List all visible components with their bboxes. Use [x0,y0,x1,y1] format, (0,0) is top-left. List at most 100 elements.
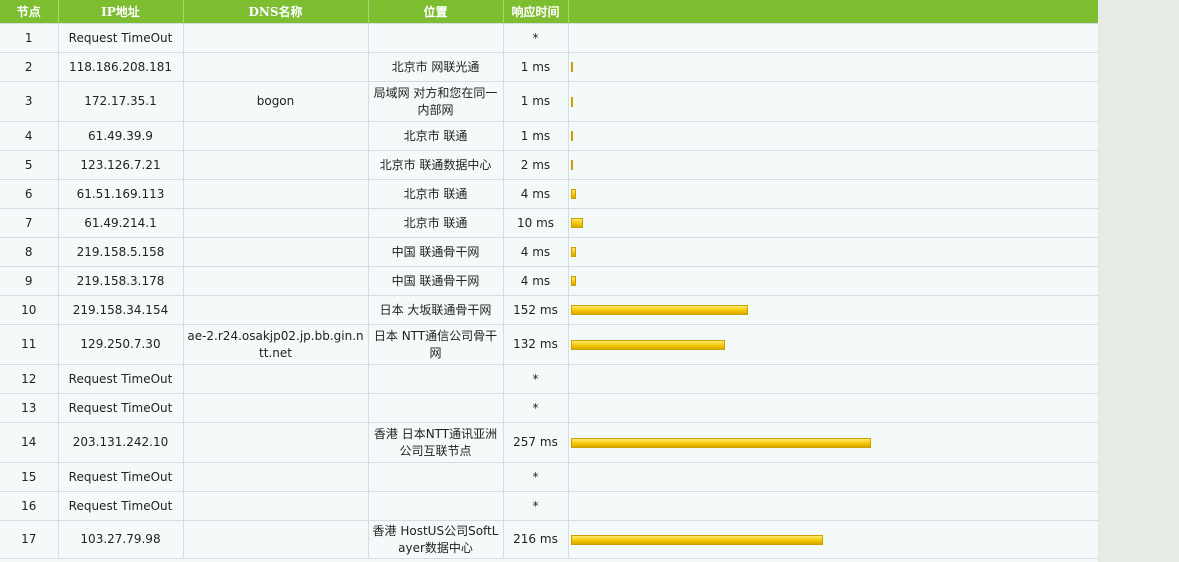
traceroute-panel: 节点 IP地址 DNS名称 位置 响应时间 1 Request TimeOut * 2… [0,0,1098,562]
location-cell [367,462,504,492]
response-time-cell: 257 ms [502,422,569,463]
column-header-ip: IP地址 [57,0,183,24]
response-bar-cell [567,52,1098,82]
response-time-cell: 1 ms [502,52,569,82]
response-time-cell: 1 ms [502,81,569,122]
response-bar-cell [567,81,1098,122]
hop-cell: 1 [0,23,59,53]
response-time-cell: 2 ms [502,150,569,180]
table-row: 11 129.250.7.30 ae-2.r24.osakjp02.jp.bb.gi… [0,324,1098,365]
location-cell [367,23,504,53]
ip-cell: Request TimeOut [57,491,184,521]
table-row: 1 Request TimeOut * [0,23,1098,53]
hop-cell: 6 [0,179,59,209]
location-cell: 中国 联通骨干网 [367,237,504,267]
table-row: 5 123.126.7.21 北京市 联通数据中心 2 ms [0,150,1098,180]
ip-cell: 203.131.242.10 [57,422,184,463]
dns-cell [182,462,369,492]
table-row: 10 219.158.34.154 日本 大坂联通骨干网 152 ms [0,295,1098,325]
dns-cell [182,491,369,521]
response-time-bar [570,247,576,257]
table-row: 6 61.51.169.113 北京市 联通 4 ms [0,179,1098,209]
hop-cell: 13 [0,393,59,423]
dns-cell: bogon [182,81,369,122]
table-body: 1 Request TimeOut * 2 118.186.208.181 北京市 网联光… [0,23,1098,559]
hop-cell: 16 [0,491,59,521]
location-cell: 北京市 联通数据中心 [367,150,504,180]
location-cell: 中国 联通骨干网 [367,266,504,296]
response-time-cell: * [502,393,569,423]
dns-cell [182,121,369,151]
dns-cell: ae-2.r24.osakjp02.jp.bb.gin.ntt.net [182,324,369,365]
response-time-cell: 132 ms [502,324,569,365]
ip-cell: Request TimeOut [57,393,184,423]
location-cell: 北京市 联通 [367,121,504,151]
table-row: 17 103.27.79.98 香港 HostUS公司SoftLayer数据中心 21… [0,520,1098,559]
location-cell: 日本 NTT通信公司骨干网 [367,324,504,365]
dns-cell [182,208,369,238]
dns-cell [182,150,369,180]
table-row: 13 Request TimeOut * [0,393,1098,423]
dns-cell [182,266,369,296]
table-row: 8 219.158.5.158 中国 联通骨干网 4 ms [0,237,1098,267]
table-row: 7 61.49.214.1 北京市 联通 10 ms [0,208,1098,238]
table-row: 12 Request TimeOut * [0,364,1098,394]
ip-cell: 219.158.34.154 [57,295,184,325]
hop-cell: 5 [0,150,59,180]
location-cell: 香港 HostUS公司SoftLayer数据中心 [367,520,504,559]
dns-cell [182,237,369,267]
hop-cell: 8 [0,237,59,267]
response-time-bar [570,96,573,107]
table-row: 9 219.158.3.178 中国 联通骨干网 4 ms [0,266,1098,296]
dns-cell [182,23,369,53]
column-header-hop: 节点 [0,0,58,24]
response-time-cell: 4 ms [502,237,569,267]
response-bar-cell [567,462,1098,492]
ip-cell: 123.126.7.21 [57,150,184,180]
response-bar-cell [567,520,1098,559]
column-header-location: 位置 [367,0,503,24]
response-bar-cell [567,23,1098,53]
dns-cell [182,520,369,559]
location-cell: 日本 大坂联通骨干网 [367,295,504,325]
location-cell [367,393,504,423]
response-bar-cell [567,491,1098,521]
table-row: 16 Request TimeOut * [0,491,1098,521]
dns-cell [182,52,369,82]
hop-cell: 15 [0,462,59,492]
response-bar-cell [567,364,1098,394]
response-bar-cell [567,266,1098,296]
ip-cell: Request TimeOut [57,23,184,53]
ip-cell: Request TimeOut [57,462,184,492]
location-cell: 北京市 网联光通 [367,52,504,82]
table-header-row: 节点 IP地址 DNS名称 位置 响应时间 [0,0,1098,24]
hop-cell: 7 [0,208,59,238]
dns-cell [182,179,369,209]
response-time-cell: 10 ms [502,208,569,238]
hop-cell: 3 [0,81,59,122]
response-time-bar [570,218,583,228]
response-time-bar [570,189,576,199]
response-time-cell: * [502,491,569,521]
response-time-bar [570,437,871,448]
response-time-bar [570,276,576,286]
ip-cell: 61.51.169.113 [57,179,184,209]
response-time-cell: * [502,462,569,492]
hop-cell: 2 [0,52,59,82]
ip-cell: 118.186.208.181 [57,52,184,82]
traceroute-table: 节点 IP地址 DNS名称 位置 响应时间 1 Request TimeOut * 2… [0,0,1098,559]
column-header-response-time: 响应时间 [502,0,568,24]
response-bar-cell [567,393,1098,423]
hop-cell: 4 [0,121,59,151]
column-header-dns: DNS名称 [182,0,368,24]
location-cell: 北京市 联通 [367,179,504,209]
ip-cell: 103.27.79.98 [57,520,184,559]
column-header-bar [567,0,1098,24]
response-time-cell: 216 ms [502,520,569,559]
hop-cell: 10 [0,295,59,325]
response-time-cell: * [502,364,569,394]
ip-cell: 219.158.3.178 [57,266,184,296]
dns-cell [182,393,369,423]
ip-cell: 61.49.39.9 [57,121,184,151]
ip-cell: 129.250.7.30 [57,324,184,365]
